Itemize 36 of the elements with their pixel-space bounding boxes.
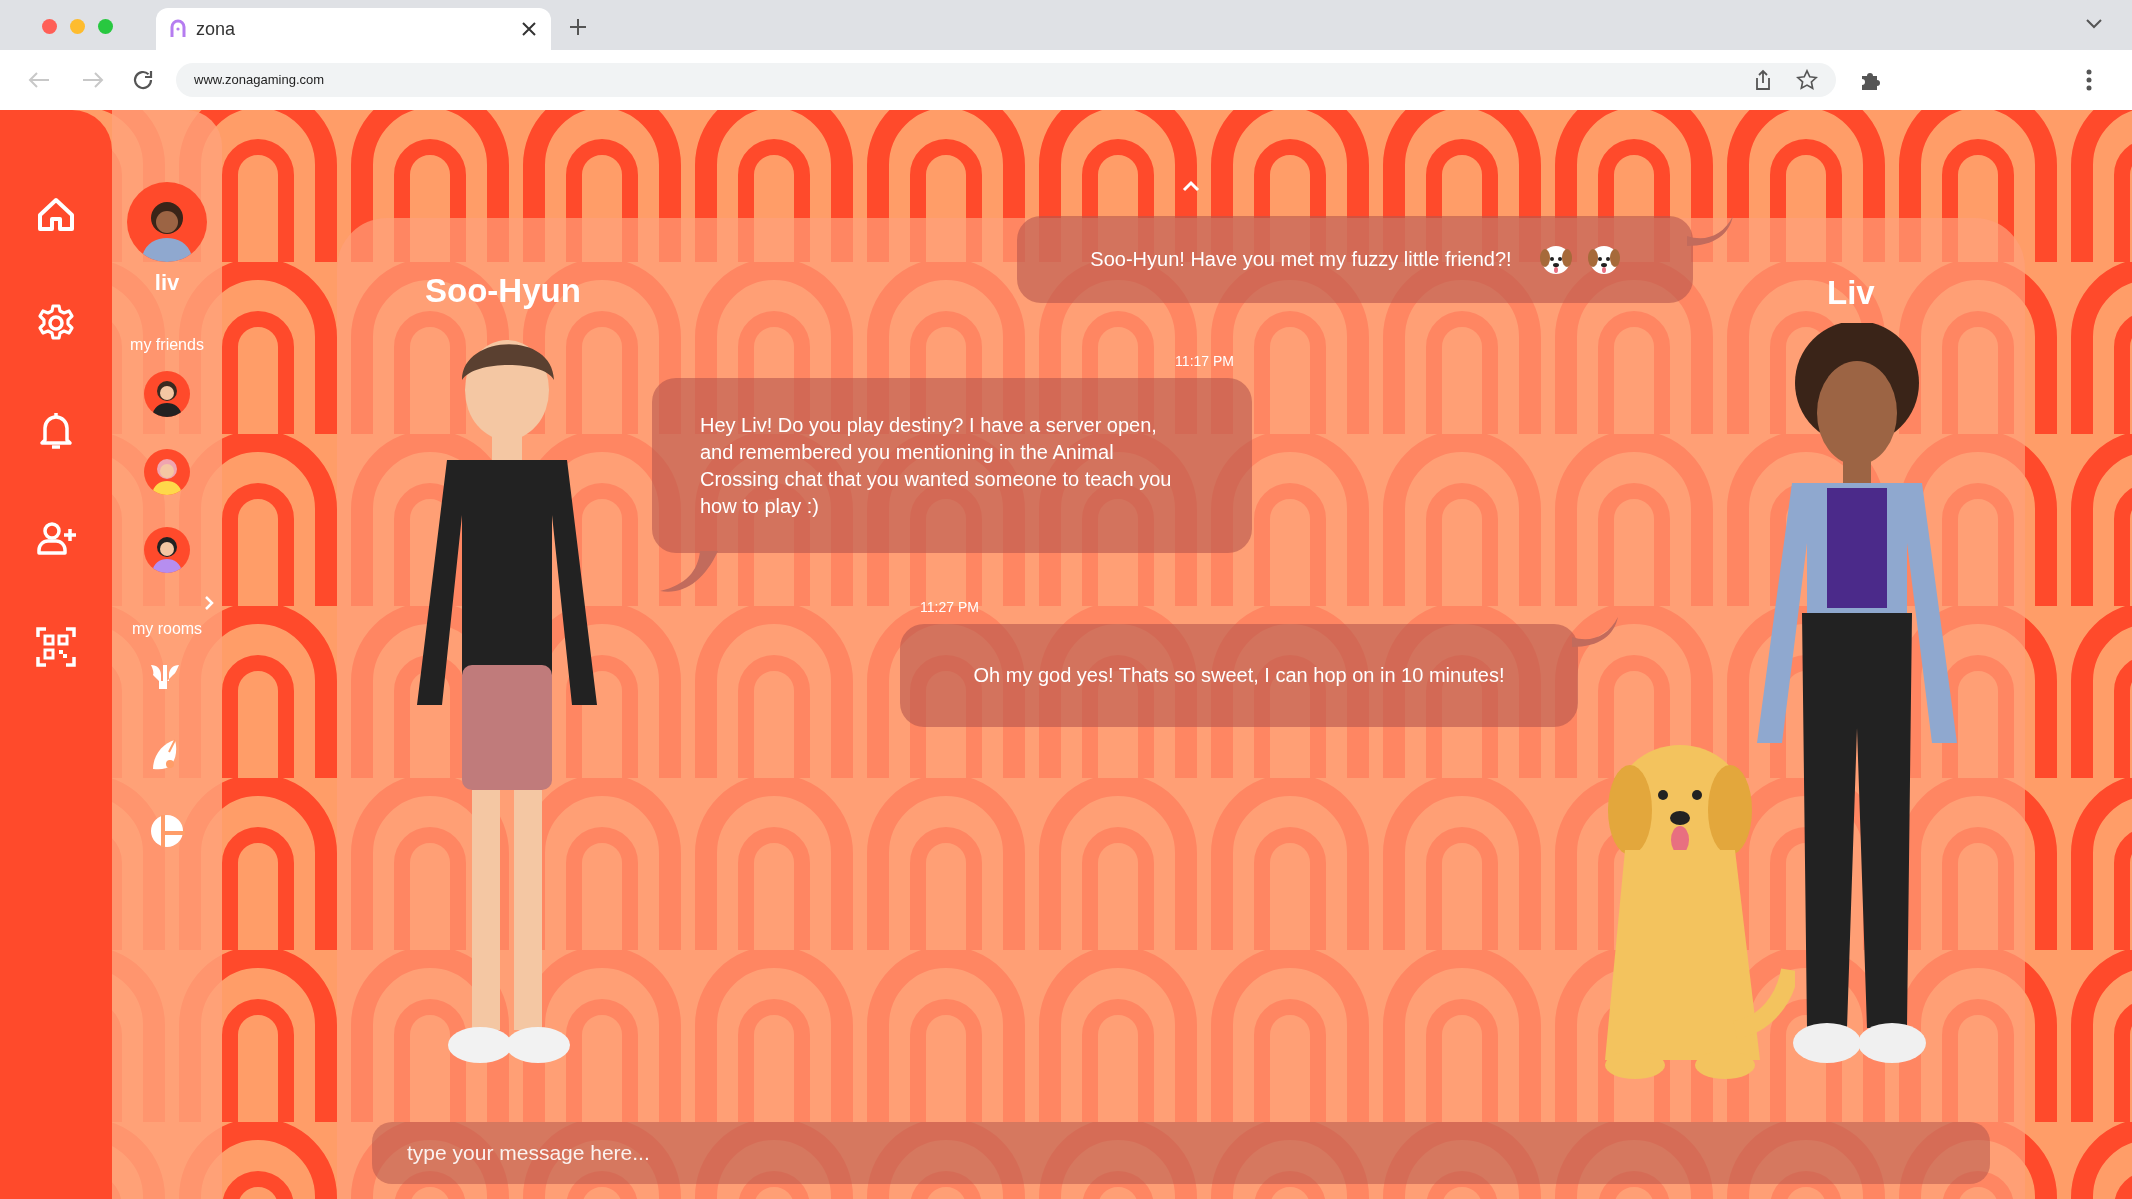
- message-text-input[interactable]: type your message here...: [407, 1137, 1955, 1169]
- bubble-tail: [1572, 617, 1618, 647]
- message-text: Hey Liv! Do you play destiny? I have a server open, and remembered you mentioning in the Animal Crossing chat that you wanted someone to teach you how to play :): [700, 412, 1172, 519]
- profile-name: liv: [154, 269, 180, 297]
- character-name: Liv: [1827, 273, 1875, 313]
- bubble-tail: [1687, 216, 1733, 246]
- address-bar[interactable]: www.zonagaming.com: [176, 63, 1836, 97]
- chevron-up-icon[interactable]: [1182, 180, 1200, 192]
- message-text: Oh my god yes! Thats so sweet, I can hop on in 10 minutes!: [973, 663, 1505, 688]
- maximize-window-button[interactable]: [98, 19, 113, 34]
- chevron-down-icon[interactable]: [2086, 19, 2102, 29]
- rooms-heading: my rooms: [131, 619, 203, 639]
- message-text: Soo-Hyun! Have you met my fuzzy little friend?!: [1090, 247, 1512, 272]
- friend-avatar[interactable]: [144, 527, 190, 573]
- tab-title: zona: [196, 17, 236, 41]
- character-name: Soo-Hyun: [425, 271, 581, 311]
- close-icon[interactable]: [521, 21, 537, 37]
- friends-heading: my friends: [130, 335, 204, 355]
- chevron-right-icon[interactable]: [204, 595, 214, 611]
- more-options-icon[interactable]: [2086, 69, 2092, 91]
- reload-icon[interactable]: [132, 69, 154, 91]
- message-time: 11:17 PM: [1175, 352, 1234, 371]
- dog-face-icon: [1587, 243, 1620, 276]
- star-icon[interactable]: [1796, 69, 1818, 91]
- qr-code-icon[interactable]: [36, 627, 76, 667]
- message-time: 11:27 PM: [920, 598, 979, 617]
- dog-face-icon: [1539, 243, 1572, 276]
- app-logo-icon[interactable]: [170, 19, 186, 39]
- browser-tab[interactable]: zona: [156, 8, 551, 50]
- message-input[interactable]: type your message here...: [372, 1122, 1990, 1184]
- settings-icon[interactable]: [36, 303, 76, 343]
- bubble-tail: [660, 551, 718, 593]
- share-icon[interactable]: [1754, 69, 1772, 91]
- split-circle-icon[interactable]: [149, 813, 185, 849]
- close-window-button[interactable]: [42, 19, 57, 34]
- friend-avatar[interactable]: [144, 371, 190, 417]
